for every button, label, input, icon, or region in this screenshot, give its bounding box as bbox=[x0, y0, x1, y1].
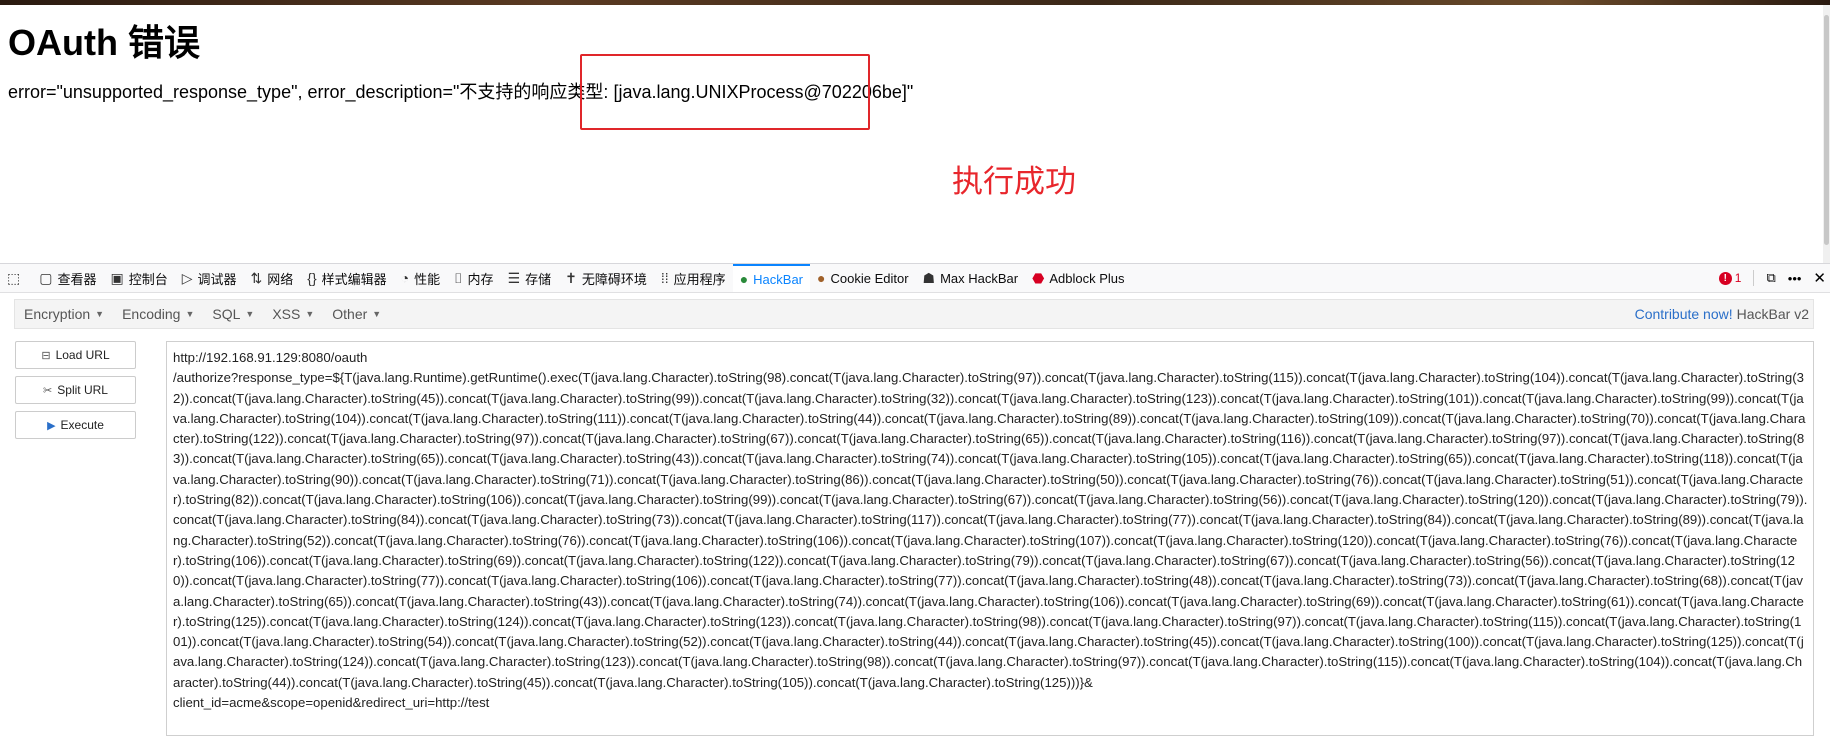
network-icon: ⇅ bbox=[250, 269, 263, 286]
page-title: OAuth 错误 bbox=[8, 22, 200, 63]
application-icon: ⁞⁞ bbox=[660, 270, 669, 286]
error-counter[interactable]: ! 1 bbox=[1718, 271, 1741, 285]
tab-performance[interactable]: ◔ 性能 bbox=[394, 264, 447, 292]
url-textarea[interactable]: http://192.168.91.129:8080/oauth /author… bbox=[166, 341, 1814, 736]
load-icon: ⊟ bbox=[41, 349, 51, 362]
close-icon[interactable]: ✕ bbox=[1813, 269, 1826, 287]
accessibility-icon: ✝ bbox=[565, 269, 577, 286]
tab-cookie-editor[interactable]: ● Cookie Editor bbox=[810, 264, 916, 292]
tab-accessibility[interactable]: ✝ 无障碍环境 bbox=[558, 264, 654, 292]
menu-encryption[interactable]: Encryption ▼ bbox=[15, 306, 113, 322]
error-prefix: error="unsupported_response_type", error… bbox=[8, 82, 614, 102]
tab-debugger[interactable]: ▷ 调试器 bbox=[175, 264, 244, 292]
inspector-icon: ▢ bbox=[39, 269, 53, 286]
chevron-down-icon: ▼ bbox=[185, 309, 195, 319]
tab-application[interactable]: ⁞⁞ 应用程序 bbox=[654, 264, 733, 292]
menu-encoding[interactable]: Encoding ▼ bbox=[113, 306, 203, 322]
dock-toggle-icon[interactable]: ⧉ bbox=[1766, 270, 1775, 286]
tab-inspector[interactable]: ▢ 查看器 bbox=[32, 264, 103, 292]
success-annotation: 执行成功 bbox=[952, 164, 1076, 200]
page-scrollbar[interactable] bbox=[1823, 5, 1830, 263]
devtools-tabbar: ⬚ ▢ 查看器 ▣ 控制台 ▷ 调试器 ⇅ 网络 {} 样式编辑器 ◔ 性能 ⌷ 内存 ☰ 存储… bbox=[0, 264, 1830, 293]
split-icon: ✂ bbox=[43, 384, 53, 397]
menu-sql[interactable]: SQL ▼ bbox=[203, 306, 263, 322]
execute-icon: ▶ bbox=[47, 419, 56, 432]
version-label: HackBar v2 bbox=[1736, 306, 1809, 322]
tab-network[interactable]: ⇅ 网络 bbox=[244, 264, 301, 292]
contribute-area: Contribute now! HackBar v2 bbox=[1635, 300, 1809, 328]
devtools-toolbar-right: ! 1 ⧉ ••• ✕ bbox=[1718, 264, 1826, 292]
hackbar-icon: ● bbox=[739, 271, 749, 287]
menu-xss[interactable]: XSS ▼ bbox=[263, 306, 323, 322]
execute-button[interactable]: ▶ Execute bbox=[15, 411, 136, 439]
devtools-panel: ⬚ ▢ 查看器 ▣ 控制台 ▷ 调试器 ⇅ 网络 {} 样式编辑器 ◔ 性能 ⌷ 内存 ☰ 存储… bbox=[0, 263, 1830, 736]
style-editor-icon: {} bbox=[307, 270, 317, 286]
more-options-icon[interactable]: ••• bbox=[1788, 271, 1802, 286]
tab-adblock-plus[interactable]: ⬣ Adblock Plus bbox=[1025, 264, 1131, 292]
load-url-button[interactable]: ⊟ Load URL bbox=[15, 341, 136, 369]
chevron-down-icon: ▼ bbox=[95, 309, 105, 319]
chevron-down-icon: ▼ bbox=[372, 309, 382, 319]
max-hackbar-icon: ☗ bbox=[922, 269, 936, 286]
adblock-icon: ⬣ bbox=[1032, 269, 1045, 286]
memory-icon: ⌷ bbox=[454, 269, 463, 286]
contribute-link[interactable]: Contribute now! bbox=[1635, 306, 1733, 322]
url-text: http://192.168.91.129:8080/oauth /author… bbox=[173, 350, 1808, 711]
debugger-icon: ▷ bbox=[181, 269, 193, 286]
tab-style-editor[interactable]: {} 样式编辑器 bbox=[300, 264, 393, 292]
storage-icon: ☰ bbox=[507, 269, 521, 286]
error-icon: ! bbox=[1718, 271, 1732, 285]
tab-storage[interactable]: ☰ 存储 bbox=[501, 264, 559, 292]
browser-top-strip bbox=[0, 0, 1830, 5]
console-icon: ▣ bbox=[110, 269, 124, 286]
menu-other[interactable]: Other ▼ bbox=[323, 306, 390, 322]
tab-hackbar[interactable]: ● HackBar bbox=[732, 264, 811, 292]
tab-memory[interactable]: ⌷ 内存 bbox=[447, 264, 500, 292]
split-url-button[interactable]: ✂ Split URL bbox=[15, 376, 136, 404]
tab-console[interactable]: ▣ 控制台 bbox=[103, 264, 174, 292]
hackbar-menubar: Encryption ▼ Encoding ▼ SQL ▼ XSS ▼ Other ▼ C… bbox=[14, 299, 1814, 329]
highlight-box bbox=[580, 54, 870, 130]
chevron-down-icon: ▼ bbox=[245, 309, 255, 319]
performance-icon: ◔ bbox=[400, 270, 410, 286]
cookie-icon: ● bbox=[817, 270, 826, 286]
tab-max-hackbar[interactable]: ☗ Max HackBar bbox=[916, 264, 1026, 292]
scrollbar-thumb[interactable] bbox=[1824, 15, 1829, 245]
chevron-down-icon: ▼ bbox=[305, 309, 315, 319]
divider bbox=[1753, 270, 1755, 286]
picker-icon: ⬚ bbox=[7, 269, 21, 286]
element-picker-button[interactable]: ⬚ bbox=[0, 264, 32, 292]
